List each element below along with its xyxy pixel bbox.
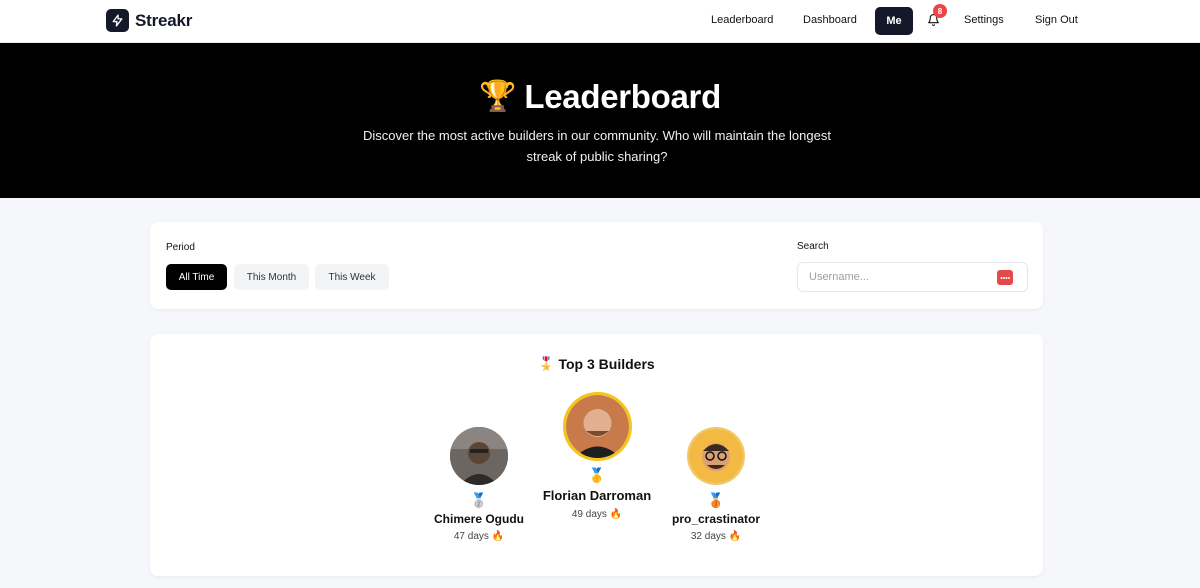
hero-banner: 🏆 Leaderboard Discover the most active b…	[0, 43, 1200, 198]
nav-sign-out-link[interactable]: Sign Out	[1035, 14, 1078, 26]
period-label: Period	[166, 242, 195, 253]
builder-streak-days: 32 days 🔥	[690, 531, 742, 542]
builder-name: Chimere Ogudu	[433, 512, 524, 526]
top-builders-title-text: Top 3 Builders	[558, 356, 655, 372]
password-manager-icon[interactable]	[997, 270, 1013, 285]
brand[interactable]: Streakr	[106, 9, 192, 32]
medal-icon: 🎖️	[538, 356, 555, 371]
page-title-text: Leaderboard	[524, 78, 721, 115]
builder-streak-days: 49 days 🔥	[571, 509, 623, 520]
search-label: Search	[797, 241, 829, 252]
search-input[interactable]	[809, 271, 989, 283]
builder-card-rank-2[interactable]: 🥈 Chimere Ogudu 47 days 🔥	[418, 427, 540, 542]
filter-card: Period All Time This Month This Week Sea…	[150, 222, 1043, 309]
period-this-week-button[interactable]: This Week	[315, 264, 389, 290]
search-box	[797, 262, 1028, 292]
gold-medal-icon: 🥇	[588, 467, 606, 483]
builder-streak-days: 47 days 🔥	[453, 531, 505, 542]
top-builders-title: 🎖️ Top 3 Builders	[150, 356, 1043, 372]
builder-name: Florian Darroman	[542, 488, 652, 503]
navbar: Streakr Leaderboard Dashboard Me 8 Setti…	[0, 0, 1200, 43]
notification-badge: 8	[933, 4, 947, 18]
nav-settings-link[interactable]: Settings	[964, 14, 1004, 26]
period-this-month-button[interactable]: This Month	[234, 264, 309, 290]
builder-card-rank-3[interactable]: 🥉 pro_crastinator 32 days 🔥	[655, 427, 777, 542]
period-all-time-button[interactable]: All Time	[166, 264, 227, 290]
silver-medal-icon: 🥈	[470, 492, 488, 508]
nav-me-button[interactable]: Me	[875, 7, 913, 35]
top-builders-card: 🎖️ Top 3 Builders 🥈 Chimere Ogudu 47 day…	[150, 334, 1043, 576]
lightning-logo-icon	[106, 9, 129, 32]
builder-card-rank-1[interactable]: 🥇 Florian Darroman 49 days 🔥	[526, 392, 668, 520]
builder-name: pro_crastinator	[671, 512, 761, 526]
page-title: 🏆 Leaderboard	[0, 78, 1200, 116]
nav-dashboard-link[interactable]: Dashboard	[803, 14, 857, 26]
hero-subtitle: Discover the most active builders in our…	[363, 128, 831, 164]
avatar[interactable]	[450, 427, 508, 485]
nav-leaderboard-link[interactable]: Leaderboard	[711, 14, 773, 26]
avatar[interactable]	[562, 392, 632, 461]
trophy-icon: 🏆	[479, 80, 517, 113]
brand-name: Streakr	[135, 10, 193, 30]
avatar[interactable]	[687, 427, 745, 485]
bronze-medal-icon: 🥉	[707, 492, 725, 508]
